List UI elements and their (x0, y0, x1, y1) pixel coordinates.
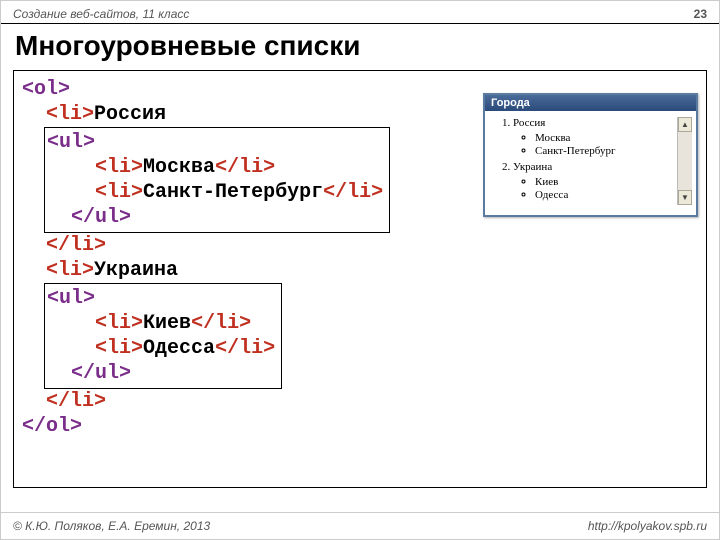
tag-ol-open: <ol> (22, 78, 70, 101)
preview-country: Украина (513, 161, 552, 173)
tag-li-open: <li> (95, 312, 143, 335)
tag-ul-close: </ul> (71, 206, 131, 229)
tag-li-close: </li> (191, 312, 251, 335)
tag-ul-open: <ul> (47, 131, 95, 154)
browser-preview: Города Россия Москва Санкт-Петербург Укр… (483, 93, 698, 217)
tag-li-close: </li> (215, 156, 275, 179)
tag-li-open: <li> (46, 259, 94, 282)
course-name: Создание веб-сайтов, 11 класс (13, 7, 189, 21)
tag-li-open: <li> (95, 181, 143, 204)
list-item: Россия Москва Санкт-Петербург (513, 117, 677, 157)
text-moscow: Москва (143, 156, 215, 179)
scroll-down-icon[interactable]: ▼ (678, 190, 692, 205)
content-frame: <ol> <li>Россия <ul> <li>Москва</li> <li… (13, 70, 707, 488)
page-number: 23 (694, 7, 707, 21)
preview-ul: Москва Санкт-Петербург (513, 132, 677, 157)
tag-ul-close: </ul> (71, 362, 131, 385)
preview-country: Россия (513, 117, 545, 129)
code-box-ul2: <ul> <li>Киев</li> <li>Одесса</li> </ul> (44, 283, 282, 389)
preview-titlebar: Города (485, 95, 696, 111)
preview-ul: Киев Одесса (513, 176, 677, 201)
text-odessa: Одесса (143, 337, 215, 360)
preview-body: Россия Москва Санкт-Петербург Украина Ки… (485, 111, 696, 215)
scroll-track[interactable] (678, 132, 692, 190)
text-ukraine: Украина (94, 259, 178, 282)
scrollbar[interactable]: ▲ ▼ (677, 117, 692, 205)
tag-li-close: </li> (215, 337, 275, 360)
tag-li-close: </li> (46, 234, 106, 257)
list-item: Одесса (535, 189, 677, 201)
code-box-ul1: <ul> <li>Москва</li> <li>Санкт-Петербург… (44, 127, 390, 233)
tag-li-open: <li> (95, 337, 143, 360)
scroll-up-icon[interactable]: ▲ (678, 117, 692, 132)
list-item: Санкт-Петербург (535, 145, 677, 157)
tag-li-open: <li> (95, 156, 143, 179)
footer-url: http://kpolyakov.spb.ru (588, 519, 707, 533)
slide-header: Создание веб-сайтов, 11 класс 23 (1, 1, 719, 24)
tag-ul-open: <ul> (47, 287, 95, 310)
slide-footer: © К.Ю. Поляков, Е.А. Еремин, 2013 http:/… (1, 512, 719, 539)
text-spb: Санкт-Петербург (143, 181, 323, 204)
text-kiev: Киев (143, 312, 191, 335)
slide-title: Многоуровневые списки (1, 24, 719, 70)
preview-ol: Россия Москва Санкт-Петербург Украина Ки… (489, 117, 677, 205)
list-item: Украина Киев Одесса (513, 161, 677, 201)
tag-li-close: </li> (323, 181, 383, 204)
list-item: Москва (535, 132, 677, 144)
tag-li-open: <li> (46, 103, 94, 126)
tag-li-close: </li> (46, 390, 106, 413)
list-item: Киев (535, 176, 677, 188)
copyright: © К.Ю. Поляков, Е.А. Еремин, 2013 (13, 519, 210, 533)
text-russia: Россия (94, 103, 166, 126)
tag-ol-close: </ol> (22, 415, 82, 438)
